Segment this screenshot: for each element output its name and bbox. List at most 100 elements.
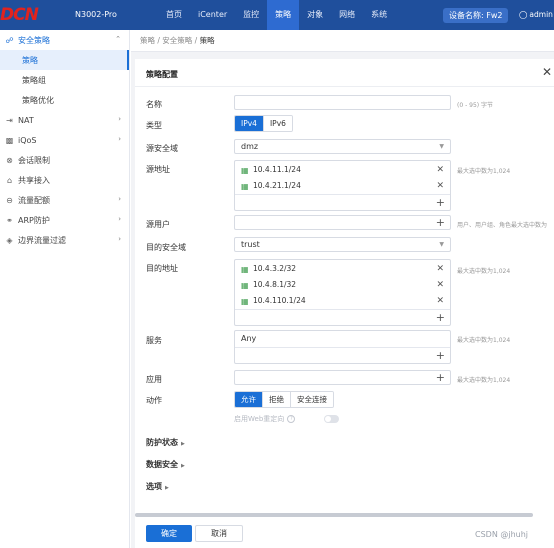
breadcrumb-security-policy[interactable]: 安全策略 [162,36,192,45]
sidebar-group-label: 边界流量过滤 [18,235,66,245]
chevron-right-icon: › [118,195,121,203]
add-icon[interactable]: + [436,217,445,229]
cancel-button[interactable]: 取消 [195,525,243,542]
nat-icon: ⇥ [6,115,13,125]
sidebar-group-nat[interactable]: ⇥ NAT › [0,110,129,130]
sidebar-item-policy-group[interactable]: 策略组 [0,70,129,90]
sidebar-item-label: 会话限制 [18,155,50,165]
caret-down-icon: ▼ [439,241,444,248]
sidebar-group-iqos[interactable]: ▩ iQoS › [0,130,129,150]
action-deny-option[interactable]: 拒绝 [262,392,290,407]
action-secure-connect-option[interactable]: 安全连接 [290,392,333,407]
list-item: ▦ 10.4.110.1/24 ✕ [235,293,450,309]
sidebar-item-policy-optimize[interactable]: 策略优化 [0,90,129,110]
add-icon[interactable]: + [436,350,445,362]
name-input[interactable] [234,95,451,110]
sidebar-item-session-limit[interactable]: ⊗ 会话限制 [0,150,129,170]
type-ipv4-option[interactable]: IPv4 [235,116,263,131]
action-allow-option[interactable]: 允许 [235,392,262,407]
sidebar-group-boundary-filter[interactable]: ◈ 边界流量过滤 › [0,230,129,250]
share-icon: ⌂ [6,175,13,185]
web-redirect-toggle[interactable] [324,415,339,423]
breadcrumb-policy[interactable]: 策略 [140,36,155,45]
src-addr-hint: 最大选中数为1,024 [457,168,511,175]
app-label: 应用 [146,375,162,384]
add-icon[interactable]: + [436,312,445,324]
nav-objects[interactable]: 对象 [299,0,331,30]
close-icon[interactable]: ✕ [542,65,552,79]
remove-icon[interactable]: ✕ [436,178,444,194]
nav-system[interactable]: 系统 [363,0,395,30]
sidebar-group-security-policy[interactable]: ☍ 安全策略 ⌃ [0,30,129,50]
src-user-hint: 用户、用户组、角色最大选中数为 [457,222,548,229]
sidebar-item-shared-access[interactable]: ⌂ 共享接入 [0,170,129,190]
dst-addr-list: ▦ 10.4.3.2/32 ✕ ▦ 10.4.8.1/32 ✕ ▦ 10.4.1… [234,259,451,326]
nav-home[interactable]: 首页 [158,0,190,30]
horizontal-scrollbar[interactable] [135,513,533,517]
main-content: 策略 / 安全策略 / 策略 策略配置 ✕ 名称 (0 - 95) 字节 类型 … [131,30,554,548]
list-item: ▦ 10.4.3.2/32 ✕ [235,261,450,277]
dst-addr-value: 10.4.3.2/32 [253,264,297,273]
src-addr-add-row: + [235,194,450,210]
service-label: 服务 [146,336,162,345]
web-redirect-row: 启用Web重定向 ? [234,414,296,424]
nav-policy[interactable]: 策略 [267,0,300,30]
type-ipv6-option[interactable]: IPv6 [262,116,292,131]
add-icon[interactable]: + [436,372,445,384]
dst-zone-label: 目的安全域 [146,243,186,252]
sidebar-group-arp[interactable]: ⚭ ARP防护 › [0,210,129,230]
dst-addr-label: 目的地址 [146,264,178,273]
nav-icenter[interactable]: iCenter [190,0,235,30]
network-icon: ▦ [241,296,249,306]
src-addr-label: 源地址 [146,165,170,174]
chevron-up-icon: ⌃ [115,35,121,43]
session-icon: ⊗ [6,155,13,165]
remove-icon[interactable]: ✕ [436,277,444,293]
src-addr-value: 10.4.11.1/24 [253,165,301,174]
section-label: 防护状态 [146,438,178,447]
confirm-button[interactable]: 确定 [146,525,192,542]
remove-icon[interactable]: ✕ [436,162,444,178]
protection-status-section[interactable]: 防护状态 ▶ [146,437,185,448]
user-menu[interactable]: ◯ admin [519,10,553,19]
app-hint: 最大选中数为1,024 [457,377,511,384]
chevron-right-icon: › [118,235,121,243]
data-security-section[interactable]: 数据安全 ▶ [146,459,185,470]
action-selector: 允许 拒绝 安全连接 [234,391,334,408]
service-hint: 最大选中数为1,024 [457,337,511,344]
breadcrumb-current: 策略 [199,36,215,45]
caret-down-icon: ▼ [439,143,444,150]
remove-icon[interactable]: ✕ [436,293,444,309]
arp-icon: ⚭ [6,215,13,225]
device-name-badge[interactable]: 设备名称: Fw2 [443,8,509,23]
name-label: 名称 [146,100,162,109]
help-icon[interactable]: ? [287,415,296,423]
dst-zone-select[interactable]: trust ▼ [234,237,451,252]
user-icon: ◯ [519,10,528,19]
remove-icon[interactable]: ✕ [436,261,444,277]
nav-network[interactable]: 网络 [331,0,363,30]
src-user-input[interactable]: + [234,215,451,230]
dst-addr-hint: 最大选中数为1,024 [457,268,511,275]
add-icon[interactable]: + [436,197,445,209]
chevron-right-icon: › [118,115,121,123]
triangle-right-icon: ▶ [181,463,185,469]
list-item: ▦ 10.4.8.1/32 ✕ [235,277,450,293]
user-name: admin [529,10,553,19]
src-zone-select[interactable]: dmz ▼ [234,139,451,154]
sidebar-item-label: 共享接入 [18,175,50,185]
options-section[interactable]: 选项 ▶ [146,481,169,492]
triangle-right-icon: ▶ [181,441,185,447]
service-add-row: + [235,347,450,363]
sidebar-group-traffic-quota[interactable]: ⊖ 流量配额 › [0,190,129,210]
network-icon: ▦ [241,264,249,274]
nav-monitor[interactable]: 监控 [235,0,267,30]
sidebar-item-policy[interactable]: 策略 [0,50,129,70]
chevron-right-icon: › [118,215,121,223]
app-input[interactable]: + [234,370,451,385]
policy-config-panel: 策略配置 ✕ 名称 (0 - 95) 字节 类型 IPv4 IPv6 源安全域 … [135,59,554,548]
dst-addr-value: 10.4.110.1/24 [253,296,306,305]
network-icon: ▦ [241,181,249,191]
src-zone-label: 源安全域 [146,144,178,153]
sidebar-group-label: iQoS [18,135,37,145]
